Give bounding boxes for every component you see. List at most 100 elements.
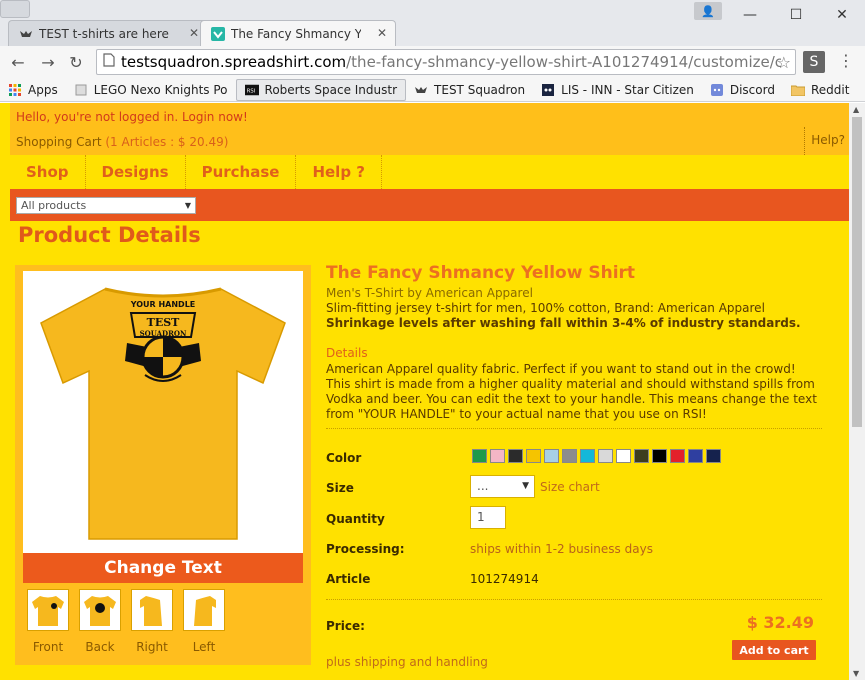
new-tab-button[interactable]	[0, 0, 30, 18]
color-swatch[interactable]	[490, 449, 505, 463]
article-label: Article	[326, 572, 371, 586]
view-label-right[interactable]: Right	[131, 640, 173, 654]
extension-icon[interactable]: S	[803, 51, 825, 73]
scrollbar[interactable]: ▲ ▼	[849, 103, 865, 680]
folder-icon	[790, 83, 805, 97]
apps-grid-icon	[8, 83, 22, 97]
processing-label: Processing:	[326, 542, 405, 556]
thumb-front[interactable]	[27, 589, 69, 631]
bookmark-test-squadron[interactable]: TEST Squadron	[406, 79, 533, 101]
color-swatch[interactable]	[598, 449, 613, 463]
color-swatch[interactable]	[670, 449, 685, 463]
color-swatch[interactable]	[652, 449, 667, 463]
bookmark-star-icon[interactable]: ☆	[777, 53, 791, 72]
back-arrow-icon[interactable]: ←	[8, 52, 28, 72]
price-label: Price:	[326, 619, 365, 633]
rsi-icon: RSI	[244, 83, 259, 97]
discord-icon	[710, 83, 724, 97]
color-swatch[interactable]	[634, 449, 649, 463]
view-thumbnails	[27, 589, 225, 631]
browser-titlebar: TEST t-shirts are here! | Pa ✕ The Fancy…	[0, 0, 865, 46]
divider	[326, 428, 822, 429]
forward-arrow-icon[interactable]: →	[38, 52, 58, 72]
spreadshirt-icon	[211, 26, 225, 41]
menu-icon[interactable]: ⋮	[838, 51, 854, 70]
thumb-back[interactable]	[79, 589, 121, 631]
bookmark-lis[interactable]: LIS - INN - Star Citizen	[533, 79, 702, 101]
shrinkage-note: Shrinkage levels after washing fall with…	[326, 316, 801, 330]
address-bar[interactable]: testsquadron.spreadshirt.com/the-fancy-s…	[96, 49, 796, 75]
shirt-handle-text: YOUR HANDLE	[130, 300, 196, 309]
color-swatches	[472, 449, 721, 463]
page-icon	[74, 83, 88, 97]
product-description: Slim-fitting jersey t-shirt for men, 100…	[326, 301, 765, 315]
color-swatch[interactable]	[562, 449, 577, 463]
view-label-back[interactable]: Back	[79, 640, 121, 654]
view-label-front[interactable]: Front	[27, 640, 69, 654]
color-swatch[interactable]	[526, 449, 541, 463]
size-select[interactable]: ... ▼	[470, 475, 535, 498]
size-chart-link[interactable]: Size chart	[540, 480, 600, 494]
browser-tab-active[interactable]: The Fancy Shmancy Yellow ✕	[200, 20, 396, 46]
processing-value: ships within 1-2 business days	[470, 542, 653, 556]
close-icon[interactable]: ✕	[189, 26, 199, 40]
nav-designs[interactable]: Designs	[86, 155, 186, 189]
bookmarks-bar: Apps LEGO Nexo Knights Po RSI Roberts Sp…	[0, 78, 865, 102]
nav-help[interactable]: Help ?	[296, 155, 382, 189]
color-swatch[interactable]	[616, 449, 631, 463]
size-label: Size	[326, 481, 354, 495]
bookmark-lego[interactable]: LEGO Nexo Knights Po	[66, 79, 236, 101]
test-squadron-icon	[19, 27, 33, 41]
nav-purchase[interactable]: Purchase	[186, 155, 297, 189]
color-swatch[interactable]	[508, 449, 523, 463]
product-subtitle: Men's T-Shirt by American Apparel	[326, 286, 533, 300]
page-content: Hello, you're not logged in. Login now! …	[0, 103, 849, 680]
lis-icon	[541, 83, 555, 97]
color-swatch[interactable]	[580, 449, 595, 463]
url-path: /the-fancy-shmancy-yellow-shirt-A1012749…	[346, 53, 781, 71]
color-swatch[interactable]	[472, 449, 487, 463]
chevron-down-icon: ▼	[522, 481, 529, 491]
color-swatch[interactable]	[706, 449, 721, 463]
tshirt-back-image: YOUR HANDLE TEST SQUADRON	[40, 287, 286, 540]
view-label-left[interactable]: Left	[183, 640, 225, 654]
close-icon[interactable]: ✕	[377, 26, 387, 40]
product-image[interactable]: YOUR HANDLE TEST SQUADRON	[23, 271, 303, 553]
tab-title: The Fancy Shmancy Yellow	[231, 26, 361, 41]
scroll-down-arrow-icon[interactable]: ▼	[853, 669, 859, 678]
minimize-button[interactable]: —	[727, 0, 773, 30]
close-window-button[interactable]: ✕	[819, 0, 865, 30]
browser-toolbar: ← → ↻ testsquadron.spreadshirt.com/the-f…	[0, 46, 865, 78]
nav-shop[interactable]: Shop	[10, 155, 86, 189]
chevron-down-icon: ▼	[184, 201, 191, 210]
shipping-note[interactable]: plus shipping and handling	[326, 655, 488, 669]
scroll-thumb[interactable]	[852, 117, 862, 427]
browser-tab-inactive[interactable]: TEST t-shirts are here! | Pa ✕	[8, 20, 208, 46]
help-link[interactable]: Help?	[804, 127, 849, 155]
article-value: 101274914	[470, 572, 539, 586]
bookmark-rsi[interactable]: RSI Roberts Space Industr	[235, 78, 407, 101]
bookmark-reddit[interactable]: Reddit	[783, 79, 857, 101]
product-options: Color Size ... ▼ Size chart Quantity 1 P…	[326, 449, 822, 680]
scroll-up-arrow-icon[interactable]: ▲	[853, 105, 859, 114]
user-profile-icon[interactable]: 👤	[694, 2, 722, 20]
reload-icon[interactable]: ↻	[66, 52, 86, 72]
add-to-cart-button[interactable]: Add to cart	[732, 640, 816, 660]
login-greeting[interactable]: Hello, you're not logged in. Login now!	[16, 110, 248, 124]
color-swatch[interactable]	[688, 449, 703, 463]
color-label: Color	[326, 451, 362, 465]
bookmark-discord[interactable]: Discord	[702, 79, 783, 101]
thumb-right[interactable]	[131, 589, 173, 631]
details-heading: Details	[326, 346, 368, 360]
change-text-button[interactable]: Change Text	[23, 553, 303, 583]
quantity-input[interactable]: 1	[470, 506, 506, 529]
color-swatch[interactable]	[544, 449, 559, 463]
maximize-button[interactable]: ☐	[773, 0, 819, 30]
shopping-cart-link[interactable]: Shopping Cart (1 Articles : $ 20.49)	[16, 135, 228, 149]
category-select[interactable]: All products ▼	[16, 197, 196, 214]
tab-title: TEST t-shirts are here! | Pa	[39, 26, 169, 41]
thumb-left[interactable]	[183, 589, 225, 631]
view-labels: Front Back Right Left	[27, 640, 225, 654]
bookmark-apps[interactable]: Apps	[0, 79, 66, 101]
account-bar: Hello, you're not logged in. Login now! …	[10, 103, 849, 155]
